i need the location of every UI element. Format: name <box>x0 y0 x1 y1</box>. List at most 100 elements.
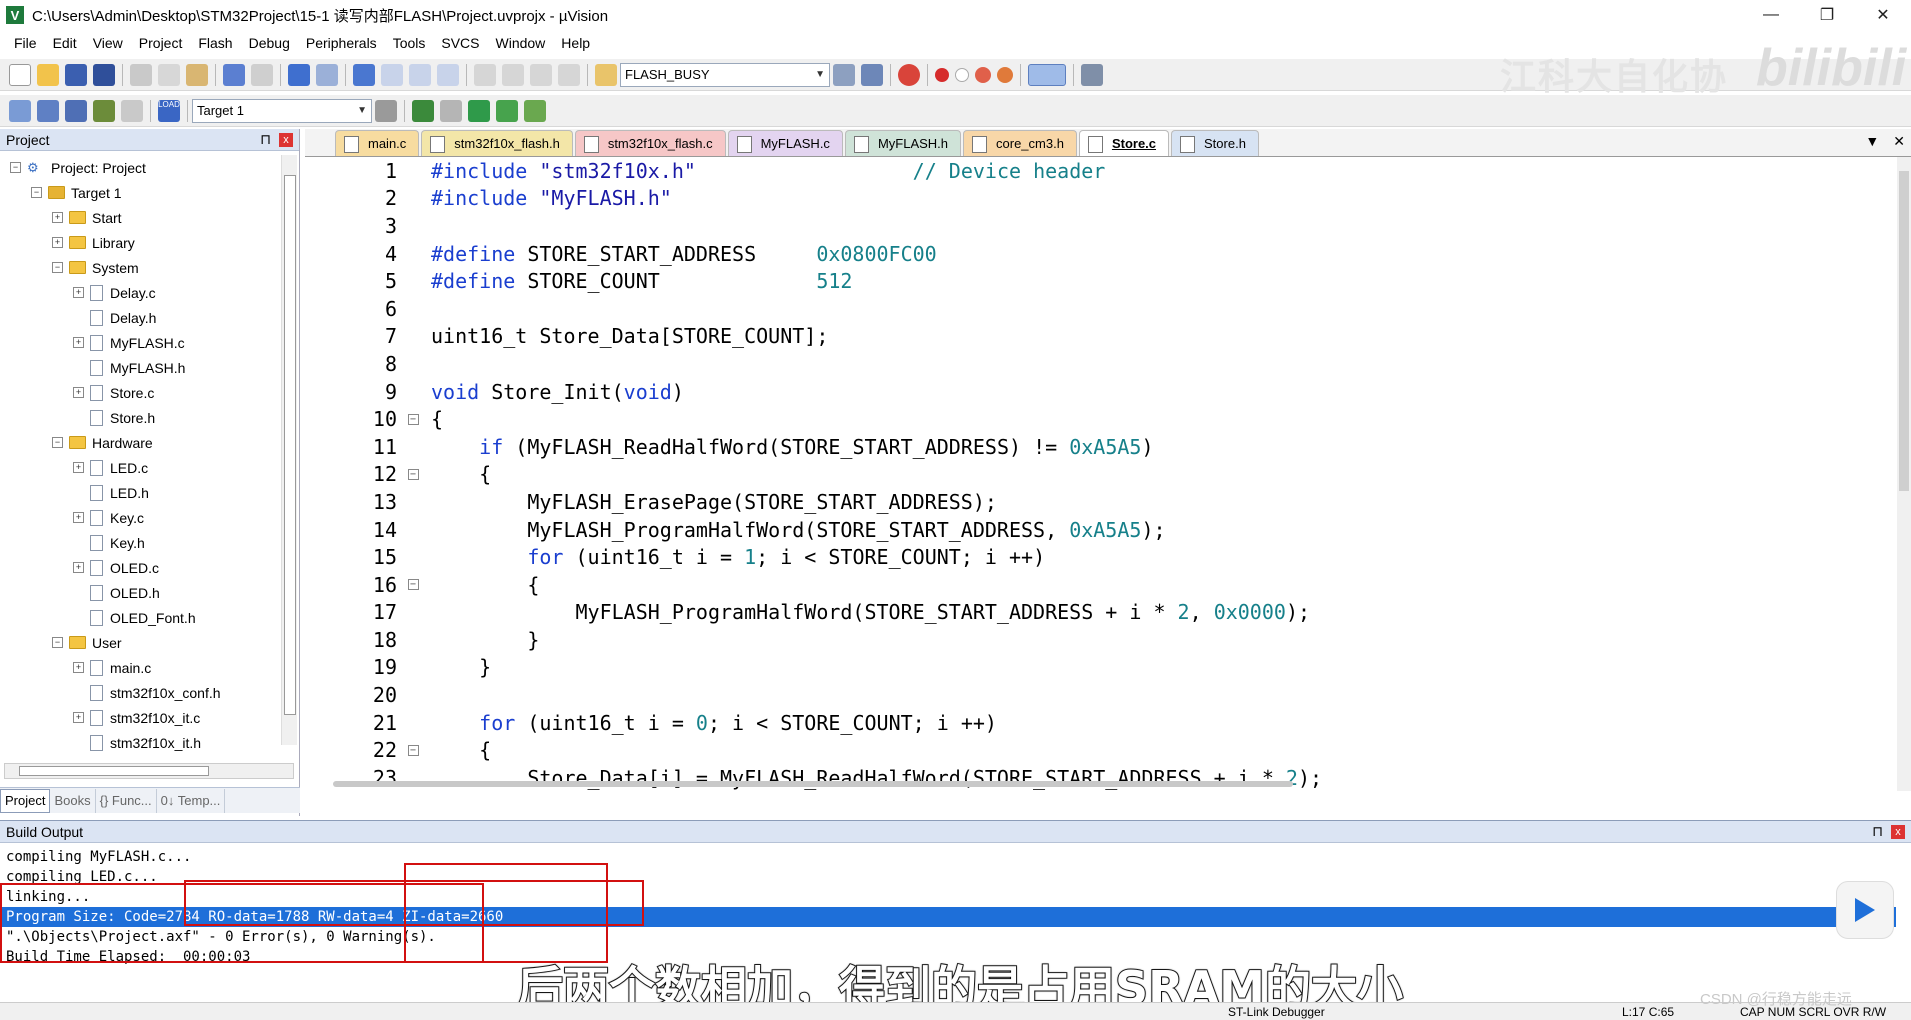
tree-item[interactable]: Store.h <box>0 405 299 430</box>
find-combo[interactable]: FLASH_BUSY ▼ <box>620 62 830 87</box>
menu-project[interactable]: Project <box>131 35 191 51</box>
editor-tab[interactable]: MyFLASH.h <box>844 130 962 156</box>
configure-icon[interactable] <box>1081 63 1103 86</box>
close-window-button[interactable]: ✕ <box>1855 0 1911 30</box>
tree-item[interactable]: Key.h <box>0 530 299 555</box>
menu-view[interactable]: View <box>85 35 131 51</box>
debug-session-icon[interactable] <box>898 63 920 86</box>
close-panel-icon[interactable]: x <box>1891 824 1905 839</box>
code-line[interactable]: 1 #include "stm32f10x.h" // Device header <box>305 157 1911 185</box>
bookmark-next-icon[interactable] <box>409 63 431 86</box>
video-play-button[interactable] <box>1836 881 1894 939</box>
find-replace-icon[interactable] <box>861 63 883 86</box>
expand-icon[interactable]: + <box>73 662 84 673</box>
editor-tab[interactable]: Store.h <box>1171 130 1259 156</box>
code-line[interactable]: 14 MyFLASH_ProgramHalfWord(STORE_START_A… <box>305 516 1911 544</box>
download-icon[interactable]: LOAD <box>158 99 180 122</box>
expand-icon[interactable]: + <box>52 212 63 223</box>
editor-tab[interactable]: stm32f10x_flash.h <box>421 130 573 156</box>
chevron-down-icon[interactable]: ▼ <box>815 69 825 80</box>
bookmark-clear-icon[interactable] <box>437 63 459 86</box>
save-icon[interactable] <box>65 63 87 86</box>
tree-item[interactable]: + Start <box>0 205 299 230</box>
tree-item[interactable]: MyFLASH.h <box>0 355 299 380</box>
menu-peripherals[interactable]: Peripherals <box>298 35 385 51</box>
save-all-icon[interactable] <box>93 63 115 86</box>
collapse-icon[interactable]: − <box>407 413 419 425</box>
redo-icon[interactable] <box>251 63 273 86</box>
tree-item[interactable]: OLED.h <box>0 580 299 605</box>
menu-file[interactable]: File <box>6 35 45 51</box>
cut-icon[interactable] <box>130 63 152 86</box>
scroll-thumb[interactable] <box>333 781 1293 787</box>
build-output-line[interactable]: compiling LED.c... <box>6 867 1911 887</box>
tree-item[interactable]: + stm32f10x_it.c <box>0 705 299 730</box>
menu-window[interactable]: Window <box>488 35 554 51</box>
code-line[interactable]: 20 <box>305 681 1911 709</box>
editor-tab[interactable]: MyFLASH.c <box>727 130 843 156</box>
menu-svcs[interactable]: SVCS <box>433 35 487 51</box>
tree-item[interactable]: − System <box>0 255 299 280</box>
code-line[interactable]: 18 } <box>305 626 1911 654</box>
stop-build-icon[interactable] <box>121 99 143 122</box>
unindent-icon[interactable] <box>502 63 524 86</box>
build-output-text[interactable]: compiling MyFLASH.c... compiling LED.c...… <box>0 843 1911 967</box>
breakpoint-disable-icon[interactable] <box>955 67 969 82</box>
expand-icon[interactable]: + <box>73 462 84 473</box>
tree-item[interactable]: + MyFLASH.c <box>0 330 299 355</box>
expand-icon[interactable]: + <box>73 712 84 723</box>
collapse-icon[interactable]: − <box>52 637 63 648</box>
window-layout-icon[interactable] <box>1028 63 1066 86</box>
code-vertical-scrollbar[interactable] <box>1897 157 1911 791</box>
new-file-icon[interactable] <box>9 63 31 86</box>
scroll-thumb[interactable] <box>284 175 296 715</box>
tree-item[interactable]: stm32f10x_conf.h <box>0 680 299 705</box>
scroll-thumb[interactable] <box>1899 171 1909 491</box>
pin-icon[interactable]: ⊓ <box>260 131 271 148</box>
code-line[interactable]: 19 } <box>305 654 1911 682</box>
expand-icon[interactable]: + <box>73 512 84 523</box>
code-line[interactable]: 2 #include "MyFLASH.h" <box>305 185 1911 213</box>
tree-item[interactable]: + main.c <box>0 655 299 680</box>
incremental-find-icon[interactable] <box>833 63 855 86</box>
collapse-icon[interactable]: − <box>407 579 419 591</box>
minimize-button[interactable]: — <box>1743 0 1799 30</box>
editor-tab[interactable]: core_cm3.h <box>963 130 1077 156</box>
tree-item[interactable]: + Store.c <box>0 380 299 405</box>
code-line[interactable]: 12− { <box>305 461 1911 489</box>
tab-functions[interactable]: {} Func... <box>96 788 157 813</box>
collapse-icon[interactable]: − <box>407 468 419 480</box>
tree-item[interactable]: Delay.h <box>0 305 299 330</box>
fold-icon[interactable]: − <box>405 411 421 427</box>
components-icon[interactable] <box>524 99 546 122</box>
select-packs-icon[interactable] <box>440 99 462 122</box>
rebuild-icon[interactable] <box>65 99 87 122</box>
navigate-forward-icon[interactable] <box>316 63 338 86</box>
code-line[interactable]: 3 <box>305 212 1911 240</box>
menu-debug[interactable]: Debug <box>241 35 298 51</box>
tree-item[interactable]: LED.h <box>0 480 299 505</box>
scroll-thumb[interactable] <box>19 766 209 776</box>
code-line[interactable]: 16− { <box>305 571 1911 599</box>
copy-icon[interactable] <box>158 63 180 86</box>
pin-icon[interactable]: ⊓ <box>1872 823 1883 840</box>
breakpoint-disable-all-icon[interactable] <box>975 66 991 83</box>
indent-icon[interactable] <box>474 63 496 86</box>
collapse-icon[interactable]: − <box>10 162 21 173</box>
bookmark-prev-icon[interactable] <box>381 63 403 86</box>
code-line[interactable]: 4 #define STORE_START_ADDRESS 0x0800FC00 <box>305 240 1911 268</box>
tree-item[interactable]: + LED.c <box>0 455 299 480</box>
close-tab-icon[interactable]: ✕ <box>1893 133 1905 150</box>
tab-books[interactable]: Books <box>50 788 96 813</box>
comment-icon[interactable] <box>530 63 552 86</box>
menu-edit[interactable]: Edit <box>45 35 85 51</box>
open-file-icon[interactable] <box>37 63 59 86</box>
code-line[interactable]: 22− { <box>305 736 1911 764</box>
tree-item[interactable]: + Delay.c <box>0 280 299 305</box>
menu-tools[interactable]: Tools <box>385 35 434 51</box>
close-panel-icon[interactable]: x <box>279 132 293 147</box>
editor-tab[interactable]: Store.c <box>1078 130 1170 156</box>
expand-icon[interactable]: + <box>73 387 84 398</box>
expand-icon[interactable]: + <box>73 287 84 298</box>
build-icon[interactable] <box>37 99 59 122</box>
